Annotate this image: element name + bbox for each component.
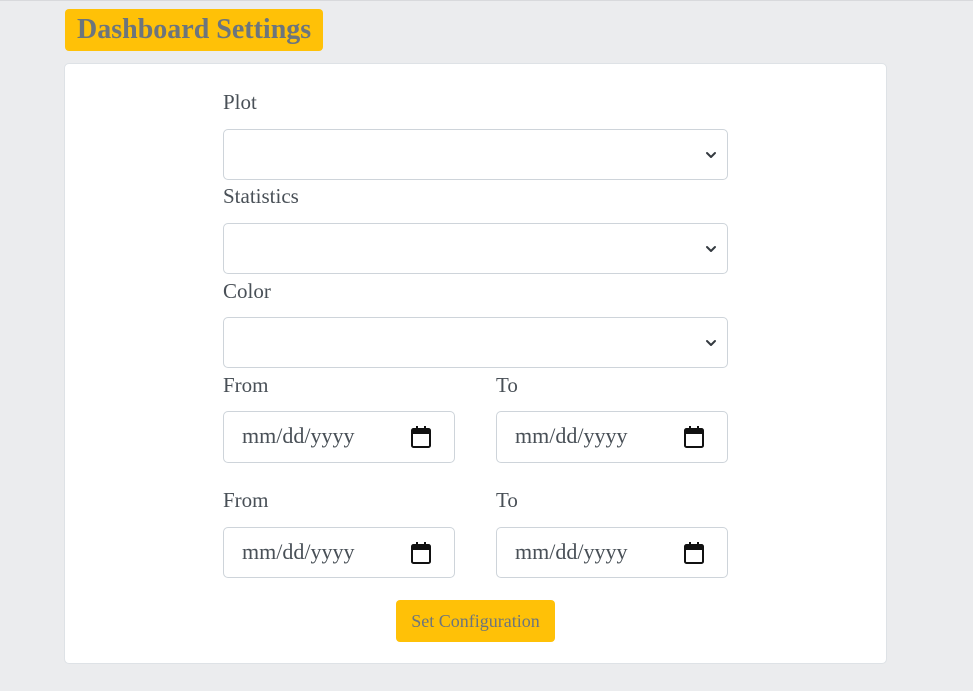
calendar-icon[interactable] [410,541,432,565]
to-date-label-2: To [496,488,518,512]
chevron-down-icon [706,339,716,346]
date-placeholder: mm/dd/yyyy [242,423,355,448]
statistics-label: Statistics [223,184,299,208]
from-date-input-1[interactable]: mm/dd/yyyy [223,411,455,463]
color-label: Color [223,279,271,303]
calendar-icon[interactable] [683,425,705,449]
plot-label: Plot [223,90,257,114]
statistics-select[interactable] [223,223,728,274]
date-placeholder: mm/dd/yyyy [515,539,628,564]
from-date-input-2[interactable]: mm/dd/yyyy [223,527,455,578]
to-date-input-2[interactable]: mm/dd/yyyy [496,527,728,578]
date-placeholder: mm/dd/yyyy [515,423,628,448]
set-configuration-button[interactable]: Set Configuration [396,600,555,642]
chevron-down-icon [706,245,716,252]
calendar-icon[interactable] [683,541,705,565]
chevron-down-icon [706,151,716,158]
color-select[interactable] [223,317,728,368]
settings-card: Plot Statistics Color From To mm/dd/yyyy… [64,63,887,664]
from-date-label-1: From [223,373,269,397]
page-title-badge: Dashboard Settings [65,9,324,51]
plot-select[interactable] [223,129,728,180]
to-date-label-1: To [496,373,518,397]
from-date-label-2: From [223,488,269,512]
calendar-icon[interactable] [410,425,432,449]
to-date-input-1[interactable]: mm/dd/yyyy [496,411,728,463]
page-title: Dashboard Settings [77,14,312,45]
date-placeholder: mm/dd/yyyy [242,539,355,564]
